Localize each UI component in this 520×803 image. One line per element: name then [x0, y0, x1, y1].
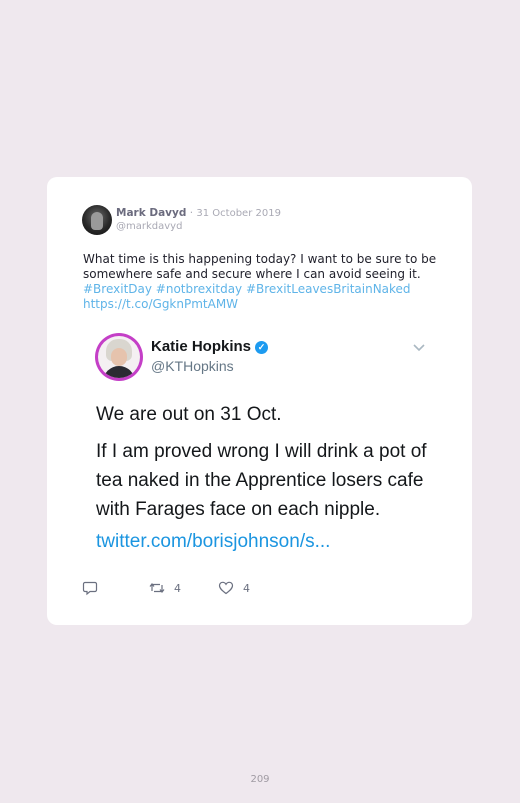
tweet-card: Mark Davyd · 31 October 2019 @markdavyd … — [47, 177, 472, 625]
embedded-author-name-text: Katie Hopkins — [151, 338, 252, 355]
retweet-button[interactable]: 4 — [149, 580, 181, 596]
avatar[interactable] — [82, 205, 112, 235]
embedded-author-handle: @KTHopkins — [151, 358, 234, 374]
heart-icon — [218, 581, 234, 595]
embedded-paragraph-1: We are out on 31 Oct. — [96, 404, 282, 425]
author-handle[interactable]: @markdavyd — [116, 221, 182, 232]
embedded-text-line: tea naked in the Apprentice losers cafe — [96, 470, 424, 491]
embedded-tweet-image[interactable]: Katie Hopkins ✓ @KTHopkins We are out on … — [83, 328, 436, 561]
embedded-author-name: Katie Hopkins ✓ — [151, 338, 269, 355]
tweet-text-line: somewhere safe and secure where I can av… — [83, 267, 421, 281]
reply-icon — [82, 581, 98, 596]
tweet-date[interactable]: 31 October 2019 — [196, 208, 281, 219]
retweet-icon — [149, 583, 165, 593]
tweet-link[interactable]: https://t.co/GgknPmtAMW — [83, 297, 443, 312]
embedded-tweet-text: We are out on 31 Oct. If I am proved wro… — [96, 400, 432, 524]
embedded-text-line: If I am proved wrong I will drink a pot … — [96, 441, 427, 462]
like-count: 4 — [243, 581, 250, 595]
retweet-count: 4 — [174, 581, 181, 595]
embedded-link: twitter.com/borisjohnson/s... — [96, 531, 331, 552]
tweet-text-line: What time is this happening today? I wan… — [83, 252, 437, 266]
verified-badge-icon: ✓ — [255, 341, 269, 354]
tweet-actions: 4 4 — [82, 580, 382, 598]
separator-dot: · — [189, 207, 194, 219]
embedded-text-line: with Farages face on each nipple. — [96, 499, 381, 520]
embedded-avatar — [95, 333, 143, 381]
hashtags-link[interactable]: #BrexitDay #notbrexitday #BrexitLeavesBr… — [83, 282, 443, 297]
tweet-header: Mark Davyd · 31 October 2019 — [116, 207, 281, 219]
like-button[interactable]: 4 — [218, 580, 250, 596]
chevron-down-icon — [413, 344, 425, 352]
page-number: 209 — [250, 774, 270, 785]
reply-button[interactable] — [82, 580, 98, 596]
author-name[interactable]: Mark Davyd — [116, 207, 186, 219]
tweet-text: What time is this happening today? I wan… — [83, 252, 443, 312]
